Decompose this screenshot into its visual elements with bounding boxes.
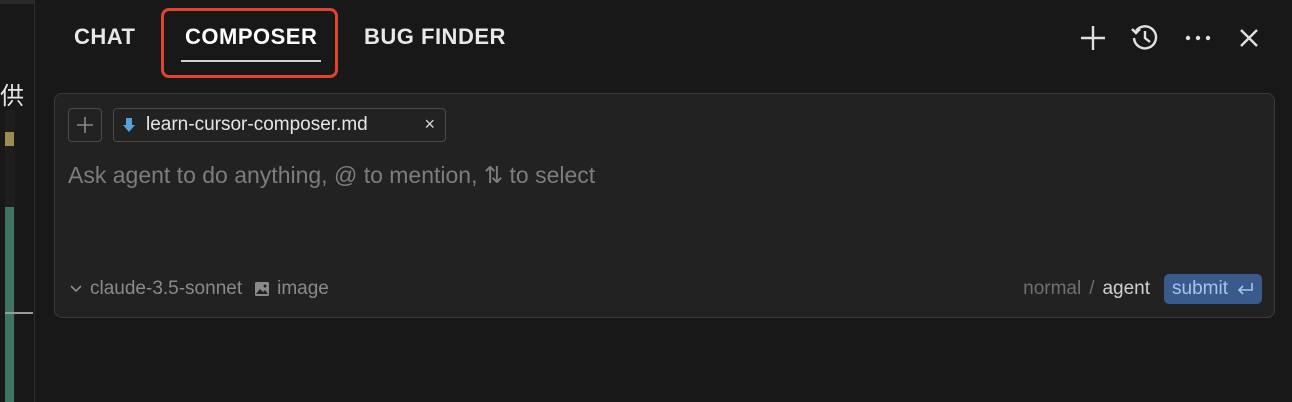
composer-footer-left: claude-3.5-sonnet image (70, 276, 329, 302)
remove-file-icon[interactable]: × (424, 109, 435, 140)
mode-separator: / (1089, 278, 1095, 299)
panel-header: CHAT COMPOSER BUG FINDER (35, 0, 1292, 78)
new-composer-button[interactable] (1073, 18, 1113, 58)
more-icon (1185, 35, 1211, 41)
annotation-highlight-box (161, 8, 338, 78)
gutter-added-mark (5, 207, 14, 402)
plus-icon (1081, 26, 1105, 50)
enter-key-icon (1237, 283, 1253, 295)
close-panel-button[interactable] (1229, 18, 1269, 58)
close-icon (1240, 29, 1258, 47)
file-chip-name: learn-cursor-composer.md (146, 114, 368, 135)
submit-label: submit (1172, 278, 1228, 299)
tab-bug-finder[interactable]: BUG FINDER (364, 22, 506, 52)
history-button[interactable] (1125, 18, 1165, 58)
image-icon (255, 282, 270, 296)
image-label: image (277, 278, 329, 299)
editor-edge: 供 (0, 0, 35, 402)
plus-icon (77, 117, 93, 133)
gutter-modified-mark (5, 132, 14, 146)
markdown-arrow-icon (123, 118, 135, 132)
model-name: claude-3.5-sonnet (90, 278, 243, 299)
history-icon (1131, 25, 1158, 50)
attach-image-button[interactable]: image (254, 278, 329, 300)
editor-top-border (0, 0, 34, 4)
file-context-chip[interactable]: learn-cursor-composer.md × (113, 108, 446, 142)
model-selector[interactable]: claude-3.5-sonnet (70, 278, 242, 300)
composer-prompt-input[interactable]: Ask agent to do anything, @ to mention, … (68, 158, 1248, 192)
editor-text-fragment: 供 (0, 82, 24, 110)
composer-panel: CHAT COMPOSER BUG FINDER learn-cursor-co… (35, 0, 1292, 402)
composer-footer-right: normal / agent submit (1023, 274, 1262, 304)
more-options-button[interactable] (1178, 18, 1218, 58)
scroll-indicator (5, 312, 33, 314)
tab-chat[interactable]: CHAT (74, 22, 135, 52)
chevron-down-icon (70, 285, 82, 293)
submit-button[interactable]: submit (1164, 274, 1262, 304)
composer-input-box: learn-cursor-composer.md × Ask agent to … (54, 93, 1275, 318)
mode-normal-option[interactable]: normal (1023, 278, 1081, 300)
add-context-button[interactable] (68, 108, 102, 142)
mode-agent-option[interactable]: agent (1102, 278, 1150, 300)
